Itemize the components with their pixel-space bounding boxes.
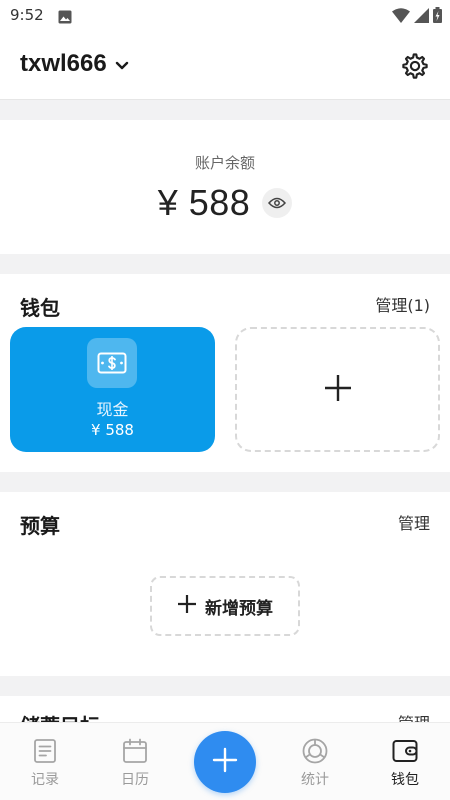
wallet-icon bbox=[370, 737, 440, 765]
visibility-toggle[interactable] bbox=[262, 188, 293, 218]
nav-item-calendar[interactable]: 日历 bbox=[100, 737, 170, 789]
gear-icon[interactable] bbox=[400, 51, 430, 81]
add-record-button[interactable] bbox=[194, 731, 256, 793]
balance-label: 账户余额 bbox=[194, 154, 255, 172]
chart-ring-icon bbox=[280, 737, 350, 765]
add-budget-button[interactable]: 新增预算 bbox=[150, 576, 300, 636]
document-icon bbox=[10, 737, 80, 765]
balance-card: 账户余额 ¥ 588 bbox=[0, 120, 450, 254]
nav-label: 日历 bbox=[121, 772, 149, 788]
plus-icon bbox=[323, 373, 353, 407]
status-bar: 9:52 bbox=[0, 0, 450, 32]
account-name: txwl666 bbox=[20, 50, 107, 77]
budget-manage-link[interactable]: 管理 bbox=[398, 510, 430, 534]
eye-icon bbox=[268, 194, 287, 213]
cash-icon bbox=[87, 338, 137, 388]
nav-label: 统计 bbox=[301, 772, 329, 788]
chevron-down-icon bbox=[115, 56, 129, 75]
bottom-nav: 记录 日历 统计 钱包 bbox=[0, 722, 450, 800]
budget-section: 预算 管理 新增预算 bbox=[0, 492, 450, 676]
plus-icon bbox=[212, 747, 238, 777]
account-switcher[interactable]: txwl666 bbox=[20, 50, 129, 78]
app-bar: txwl666 bbox=[0, 32, 450, 100]
wallet-tile-cash[interactable]: 现金 ¥ 588 bbox=[10, 327, 215, 452]
plus-icon bbox=[177, 594, 197, 618]
wifi-icon bbox=[392, 7, 410, 27]
wallet-section: 钱包 管理(1) 现金 ¥ 588 bbox=[0, 274, 450, 472]
wallet-title: 钱包 bbox=[20, 296, 60, 320]
balance-amount: ¥ 588 bbox=[157, 182, 251, 223]
nav-label: 记录 bbox=[31, 772, 59, 788]
add-wallet-button[interactable] bbox=[235, 327, 440, 452]
add-budget-label: 新增预算 bbox=[205, 598, 273, 619]
balance-row: ¥ 588 bbox=[0, 182, 450, 224]
battery-icon bbox=[433, 7, 442, 27]
nav-item-statistics[interactable]: 统计 bbox=[280, 737, 350, 789]
signal-icon bbox=[414, 7, 429, 27]
status-time: 9:52 bbox=[10, 6, 44, 24]
nav-label: 钱包 bbox=[391, 772, 419, 788]
nav-item-records[interactable]: 记录 bbox=[10, 737, 80, 789]
gallery-notification-icon bbox=[58, 9, 72, 28]
wallet-name: 现金 bbox=[96, 400, 129, 419]
nav-item-wallet[interactable]: 钱包 bbox=[370, 737, 440, 789]
wallet-amount: ¥ 588 bbox=[91, 421, 134, 439]
budget-title: 预算 bbox=[20, 514, 60, 538]
calendar-icon bbox=[100, 737, 170, 765]
wallet-manage-link[interactable]: 管理(1) bbox=[375, 292, 430, 316]
